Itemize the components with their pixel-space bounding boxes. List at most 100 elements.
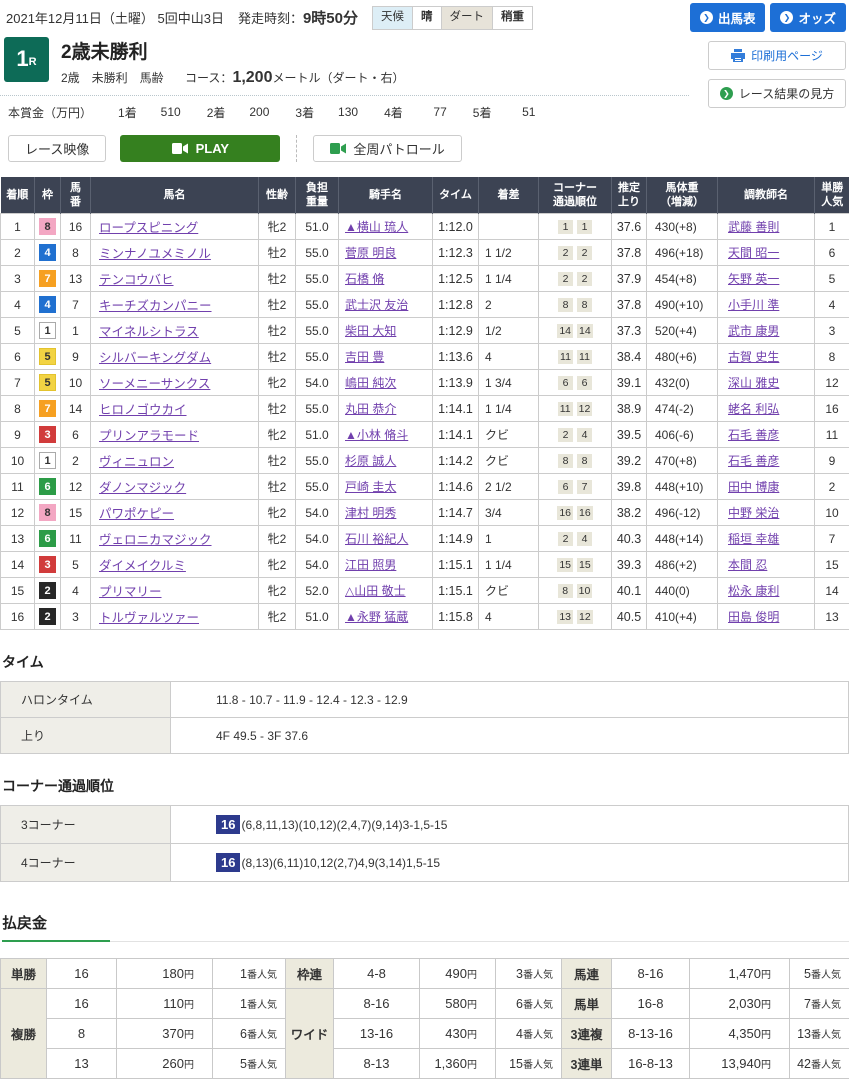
table-row: 8714ヒロノゴウカイ牡255.0丸田 恭介1:14.11 1/4111238.… <box>1 396 849 422</box>
cell-corner: 88 <box>539 292 612 318</box>
horse-link[interactable]: ロープスピニング <box>99 221 198 235</box>
cell-pop: 7 <box>815 526 849 552</box>
cell-frame: 5 <box>35 344 61 370</box>
jockey-link[interactable]: 菅原 明良 <box>345 246 396 260</box>
cell-margin: 4 <box>479 344 539 370</box>
jockey-link[interactable]: ▲永野 猛蔵 <box>345 610 408 624</box>
trainer-link[interactable]: 武市 康男 <box>728 324 779 338</box>
table-row: 659シルバーキングダム牡255.0吉田 豊1:13.64111138.4480… <box>1 344 849 370</box>
trainer-link[interactable]: 深山 雅史 <box>728 376 779 390</box>
patrol-video-button[interactable]: 全周パトロール <box>313 135 461 162</box>
horse-link[interactable]: テンコウバヒ <box>99 273 174 287</box>
prize-amount: 51 <box>491 105 535 119</box>
col-header-num: 馬 番 <box>61 177 91 214</box>
cell-horse: ソーメニーサンクス <box>91 370 259 396</box>
corner-position: 16 <box>557 506 573 520</box>
corner-position: 4 <box>577 428 592 442</box>
horse-link[interactable]: ヴェロニカマジック <box>99 533 212 547</box>
jockey-link[interactable]: 津村 明秀 <box>345 506 396 520</box>
cell-trainer: 武市 康男 <box>718 318 815 344</box>
table-row: 3713テンコウバヒ牡255.0石橋 脩1:12.51 1/42237.9454… <box>1 266 849 292</box>
cell-pop: 3 <box>815 318 849 344</box>
horse-link[interactable]: シルバーキングダム <box>99 351 211 365</box>
print-page-button[interactable]: 印刷用ページ <box>708 41 846 70</box>
jockey-link[interactable]: 戸崎 圭太 <box>345 480 396 494</box>
horse-link[interactable]: ダノンマジック <box>99 481 186 495</box>
jockey-link[interactable]: 江田 照男 <box>345 558 396 572</box>
trainer-link[interactable]: 稲垣 幸雄 <box>728 532 779 546</box>
cell-weight: 54.0 <box>296 526 339 552</box>
jockey-link[interactable]: 嶋田 純次 <box>345 376 396 390</box>
jockey-link[interactable]: 柴田 大知 <box>345 324 396 338</box>
horse-link[interactable]: ダイメイクルミ <box>99 559 186 573</box>
weather-track-box: 天候 晴 ダート 稍重 <box>372 6 533 30</box>
horse-link[interactable]: ヴィニュロン <box>99 455 174 469</box>
cell-trainer: 田中 博康 <box>718 474 815 500</box>
horse-link[interactable]: パワポケピー <box>99 507 174 521</box>
jockey-link[interactable]: 丸田 恭介 <box>345 402 396 416</box>
payout-fukusho-pop: 6番人気 <box>213 1019 286 1049</box>
jockey-link[interactable]: 武士沢 友治 <box>345 298 408 312</box>
horse-link[interactable]: ソーメニーサンクス <box>99 377 210 391</box>
cell-frame: 3 <box>35 552 61 578</box>
trainer-link[interactable]: 蛯名 利弘 <box>728 402 779 416</box>
cell-frame: 6 <box>35 474 61 500</box>
horse-link[interactable]: マイネルシトラス <box>99 325 199 339</box>
horse-link[interactable]: トルヴァルツァー <box>99 611 199 625</box>
printer-icon <box>731 49 745 62</box>
payout-wide-combo: 8-13 <box>334 1049 420 1079</box>
cell-horse: キーチズカンパニー <box>91 292 259 318</box>
trainer-link[interactable]: 石毛 善彦 <box>728 454 779 468</box>
cell-margin: 1 3/4 <box>479 370 539 396</box>
result-guide-button[interactable]: ❯ レース結果の見方 <box>708 79 846 108</box>
jockey-link[interactable]: ▲横山 琉人 <box>345 220 408 234</box>
jockey-link[interactable]: △山田 敬士 <box>345 584 406 598</box>
horse-link[interactable]: ミンナノユメミノル <box>99 247 211 261</box>
horse-link[interactable]: キーチズカンパニー <box>99 299 212 313</box>
cell-bodyweight: 490(+10) <box>647 292 718 318</box>
table-row: 3コーナー 16(6,8,11,13)(10,12)(2,4,7)(9,14)3… <box>1 806 849 844</box>
cell-frame: 5 <box>35 370 61 396</box>
odds-button[interactable]: ❯オッズ <box>770 3 846 32</box>
jockey-link[interactable]: 石橋 脩 <box>345 272 384 286</box>
trainer-link[interactable]: 松永 康利 <box>728 584 779 598</box>
trainer-link[interactable]: 古賀 史生 <box>728 350 779 364</box>
payout-wide-label: ワイド <box>286 989 334 1079</box>
payout-sanrenpuku-label: 3連複 <box>562 1019 612 1049</box>
jockey-link[interactable]: 石川 裕紀人 <box>345 532 408 546</box>
play-button[interactable]: PLAY <box>120 135 280 162</box>
cell-jockey: 石川 裕紀人 <box>339 526 433 552</box>
corner-position: 11 <box>558 402 573 416</box>
trainer-link[interactable]: 矢野 英一 <box>728 272 779 286</box>
cell-trainer: 本間 忍 <box>718 552 815 578</box>
cell-frame: 3 <box>35 422 61 448</box>
payout-wide-amount: 580円 <box>420 989 496 1019</box>
cell-margin: 4 <box>479 604 539 630</box>
horse-link[interactable]: プリマリー <box>99 585 162 599</box>
race-video-label[interactable]: レース映像 <box>8 135 106 162</box>
cell-num: 5 <box>61 552 91 578</box>
payout-wide-pop: 4番人気 <box>496 1019 562 1049</box>
trainer-link[interactable]: 石毛 善彦 <box>728 428 779 442</box>
prize-amount: 77 <box>403 105 447 119</box>
trainer-link[interactable]: 田島 俊明 <box>728 610 779 624</box>
cell-margin: クビ <box>479 422 539 448</box>
jockey-link[interactable]: 杉原 誠人 <box>345 454 396 468</box>
trainer-link[interactable]: 中野 栄治 <box>728 506 779 520</box>
horse-link[interactable]: ヒロノゴウカイ <box>99 403 187 417</box>
trainer-link[interactable]: 田中 博康 <box>728 480 779 494</box>
horse-link[interactable]: プリンアラモード <box>99 429 199 443</box>
payout-umaren-pop: 5番人気 <box>790 959 849 989</box>
jockey-link[interactable]: 吉田 豊 <box>345 350 384 364</box>
trainer-link[interactable]: 武藤 善則 <box>728 220 779 234</box>
trainer-link[interactable]: 小手川 準 <box>728 298 779 312</box>
cell-sexage: 牡2 <box>259 448 296 474</box>
col-header-frame: 枠 <box>35 177 61 214</box>
corner-position: 6 <box>558 480 573 494</box>
trainer-link[interactable]: 天間 昭一 <box>728 246 779 260</box>
entries-button[interactable]: ❯出馬表 <box>690 3 766 32</box>
cell-corner: 24 <box>539 526 612 552</box>
jockey-link[interactable]: ▲小林 脩斗 <box>345 428 408 442</box>
cell-horse: ロープスピニング <box>91 214 259 240</box>
trainer-link[interactable]: 本間 忍 <box>728 558 767 572</box>
